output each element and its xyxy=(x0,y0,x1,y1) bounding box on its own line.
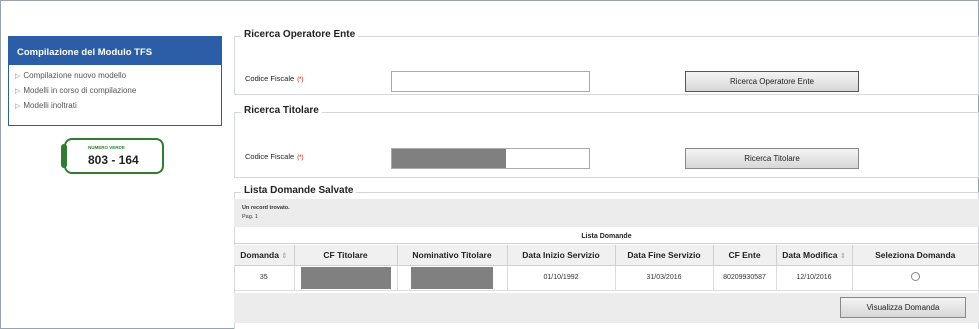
cell-domanda: 35 xyxy=(234,265,295,291)
col-cf-ente: CF Ente xyxy=(713,245,777,266)
col-data-fine: Data Fine Servizio xyxy=(615,245,714,266)
numero-verde-label: NUMERO VERDE xyxy=(88,145,125,150)
codice-fiscale-label: Codice Fiscale (*) xyxy=(245,74,304,83)
records-info-bar: Un record trovato. Pag. 1 xyxy=(234,199,979,227)
sidebar-menu: ▷ Compilazione nuovo modello ▷ Modelli in … xyxy=(9,65,221,113)
numero-verde-number: 803 - 164 xyxy=(88,153,139,167)
codice-fiscale-operatore-input[interactable] xyxy=(391,71,590,92)
col-seleziona-domanda: Seleziona Domanda xyxy=(852,245,979,266)
col-label: Data Modifica xyxy=(782,249,838,260)
table-row: 35 01/10/1992 31/03/2016 80209930587 12/… xyxy=(234,265,979,291)
sidebar-item-inoltrati[interactable]: ▷ Modelli inoltrati xyxy=(15,98,221,113)
required-mark: (*) xyxy=(297,77,304,83)
fieldset-ricerca-operatore: Ricerca Operatore Ente Codice Fiscale (*)… xyxy=(234,29,979,95)
numero-verde-badge: NUMERO VERDE 803 - 164 xyxy=(61,138,164,174)
arrow-right-icon: ▷ xyxy=(15,88,21,95)
cell-cf-titolare xyxy=(294,265,398,291)
arrow-right-icon: ▷ xyxy=(15,103,21,110)
cell-nominativo xyxy=(397,265,508,291)
table-footer: Visualizza Domanda xyxy=(234,293,979,323)
col-label: Domanda xyxy=(240,249,279,260)
codice-fiscale-label-text: Codice Fiscale xyxy=(245,152,295,161)
ricerca-titolare-button[interactable]: Ricerca Titolare xyxy=(685,148,859,169)
table-header-row: Domanda ⇕ CF Titolare Nominativo Titolar… xyxy=(234,245,979,266)
records-count: Un record trovato. xyxy=(242,205,290,211)
legend-lista-domande: Lista Domande Salvate xyxy=(241,185,357,196)
arrow-right-icon: ▷ xyxy=(15,73,21,80)
fieldset-ricerca-titolare: Ricerca Titolare Codice Fiscale (*) Ricer… xyxy=(234,105,979,178)
select-domanda-radio[interactable] xyxy=(910,272,920,281)
cell-cf-ente: 80209930587 xyxy=(713,265,777,291)
redacted-value xyxy=(392,149,506,168)
codice-fiscale-titolare-input[interactable] xyxy=(391,148,590,169)
page-indicator: Pag. 1 xyxy=(242,214,258,220)
cell-data-inizio: 01/10/1992 xyxy=(507,265,616,291)
redacted-value xyxy=(300,266,391,289)
sidebar-item-in-corso[interactable]: ▷ Modelli in corso di compilazione xyxy=(15,83,221,98)
sidebar-item-nuovo-modello[interactable]: ▷ Compilazione nuovo modello xyxy=(15,68,221,83)
col-data-inizio: Data Inizio Servizio xyxy=(507,245,616,266)
col-cf-titolare: CF Titolare xyxy=(294,245,398,266)
sidebar-title: Compilazione del Modulo TFS xyxy=(9,37,221,65)
sort-icon: ⇕ xyxy=(839,252,846,260)
sidebar-item-label[interactable]: Compilazione nuovo modello xyxy=(23,71,126,80)
ricerca-operatore-button[interactable]: Ricerca Operatore Ente xyxy=(685,71,859,92)
legend-ricerca-operatore: Ricerca Operatore Ente xyxy=(241,29,359,40)
redacted-value xyxy=(411,266,493,289)
col-domanda[interactable]: Domanda ⇕ xyxy=(234,245,295,266)
table-caption: Lista Domande xyxy=(234,229,979,244)
cell-data-modifica: 12/10/2016 xyxy=(776,265,853,291)
visualizza-domanda-button[interactable]: Visualizza Domanda xyxy=(840,297,966,318)
sidebar-item-label[interactable]: Modelli in corso di compilazione xyxy=(23,86,136,95)
col-data-modifica[interactable]: Data Modifica ⇕ xyxy=(776,245,853,266)
legend-ricerca-titolare: Ricerca Titolare xyxy=(241,105,322,116)
sidebar: Compilazione del Modulo TFS ▷ Compilazion… xyxy=(8,36,222,126)
codice-fiscale-label-text: Codice Fiscale xyxy=(245,74,295,83)
codice-fiscale-label: Codice Fiscale (*) xyxy=(245,152,304,161)
sort-icon: ⇕ xyxy=(281,252,288,260)
domande-table: Domanda ⇕ CF Titolare Nominativo Titolar… xyxy=(234,245,979,291)
required-mark: (*) xyxy=(297,155,304,161)
cell-seleziona xyxy=(852,265,979,291)
sidebar-item-label[interactable]: Modelli inoltrati xyxy=(23,101,76,110)
cell-data-fine: 31/03/2016 xyxy=(615,265,714,291)
col-nominativo-titolare: Nominativo Titolare xyxy=(397,245,508,266)
